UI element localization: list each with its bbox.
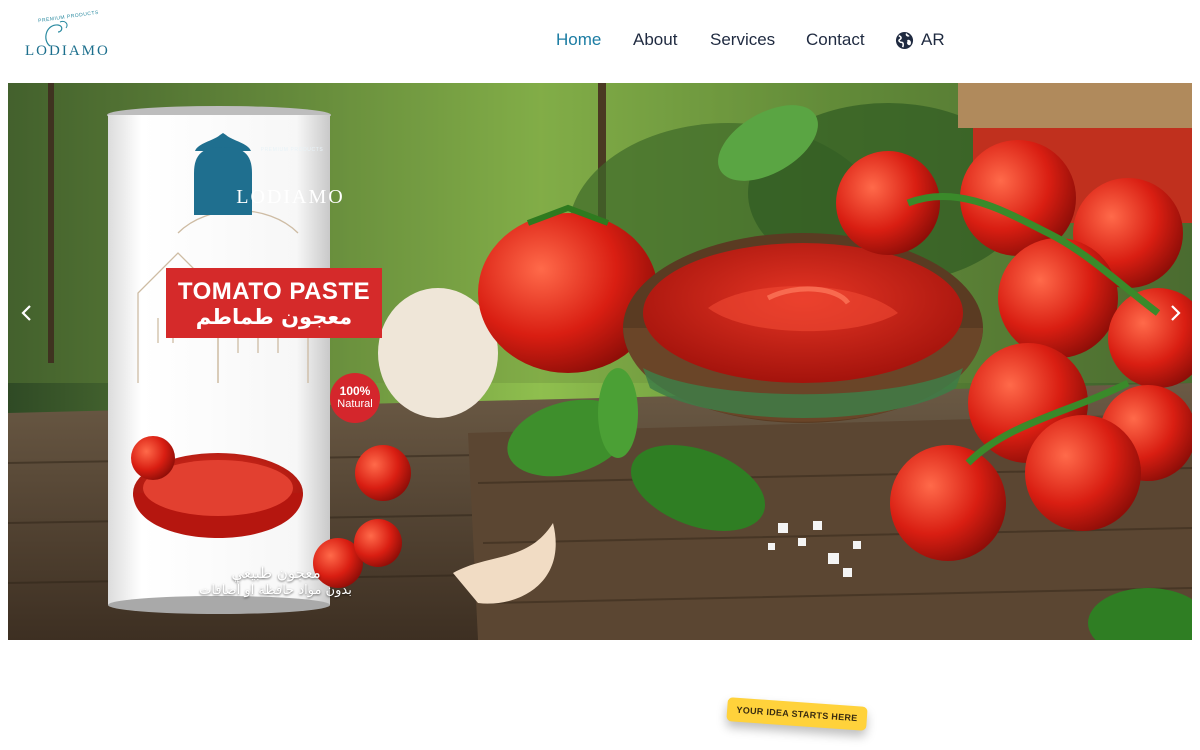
nav-home[interactable]: Home	[556, 30, 601, 50]
natural-badge-percent: 100%	[339, 384, 371, 398]
natural-badge-text: Natural	[337, 398, 373, 410]
chevron-left-icon	[21, 305, 31, 321]
site-header: PREMIUM PRODUCTS LODIAMO Home About Serv…	[0, 0, 1200, 82]
section-tag: YOUR IDEA STARTS HERE	[726, 697, 868, 731]
nav-contact[interactable]: Contact	[806, 30, 865, 50]
hero-image	[8, 83, 1192, 640]
globe-icon	[895, 31, 914, 49]
can-title: TOMATO PASTE	[177, 278, 371, 305]
nav-about[interactable]: About	[633, 30, 677, 50]
chevron-right-icon	[1171, 305, 1181, 321]
main-nav: Home About Services Contact	[0, 30, 1200, 52]
can-tagline-arabic-1: معجون طبيعي	[231, 564, 321, 582]
can-brand: LODIAMO	[236, 186, 345, 208]
can-tagline-arabic-2: بدون مواد حافظة او أضافات	[199, 583, 352, 598]
carousel-prev-button[interactable]	[12, 298, 42, 328]
carousel-next-button[interactable]	[1160, 298, 1190, 328]
language-label: AR	[921, 30, 945, 49]
nav-services[interactable]: Services	[710, 30, 775, 50]
can-premium-label: PREMIUM PRODUCTS	[260, 147, 324, 153]
can-title-arabic: معجون طماطم	[195, 305, 353, 329]
natural-badge: 100% Natural	[330, 373, 380, 423]
hero-carousel: PREMIUM PRODUCTS LODIAMO TOMATO PASTE مع…	[8, 83, 1192, 640]
language-switcher[interactable]: AR	[895, 29, 945, 51]
